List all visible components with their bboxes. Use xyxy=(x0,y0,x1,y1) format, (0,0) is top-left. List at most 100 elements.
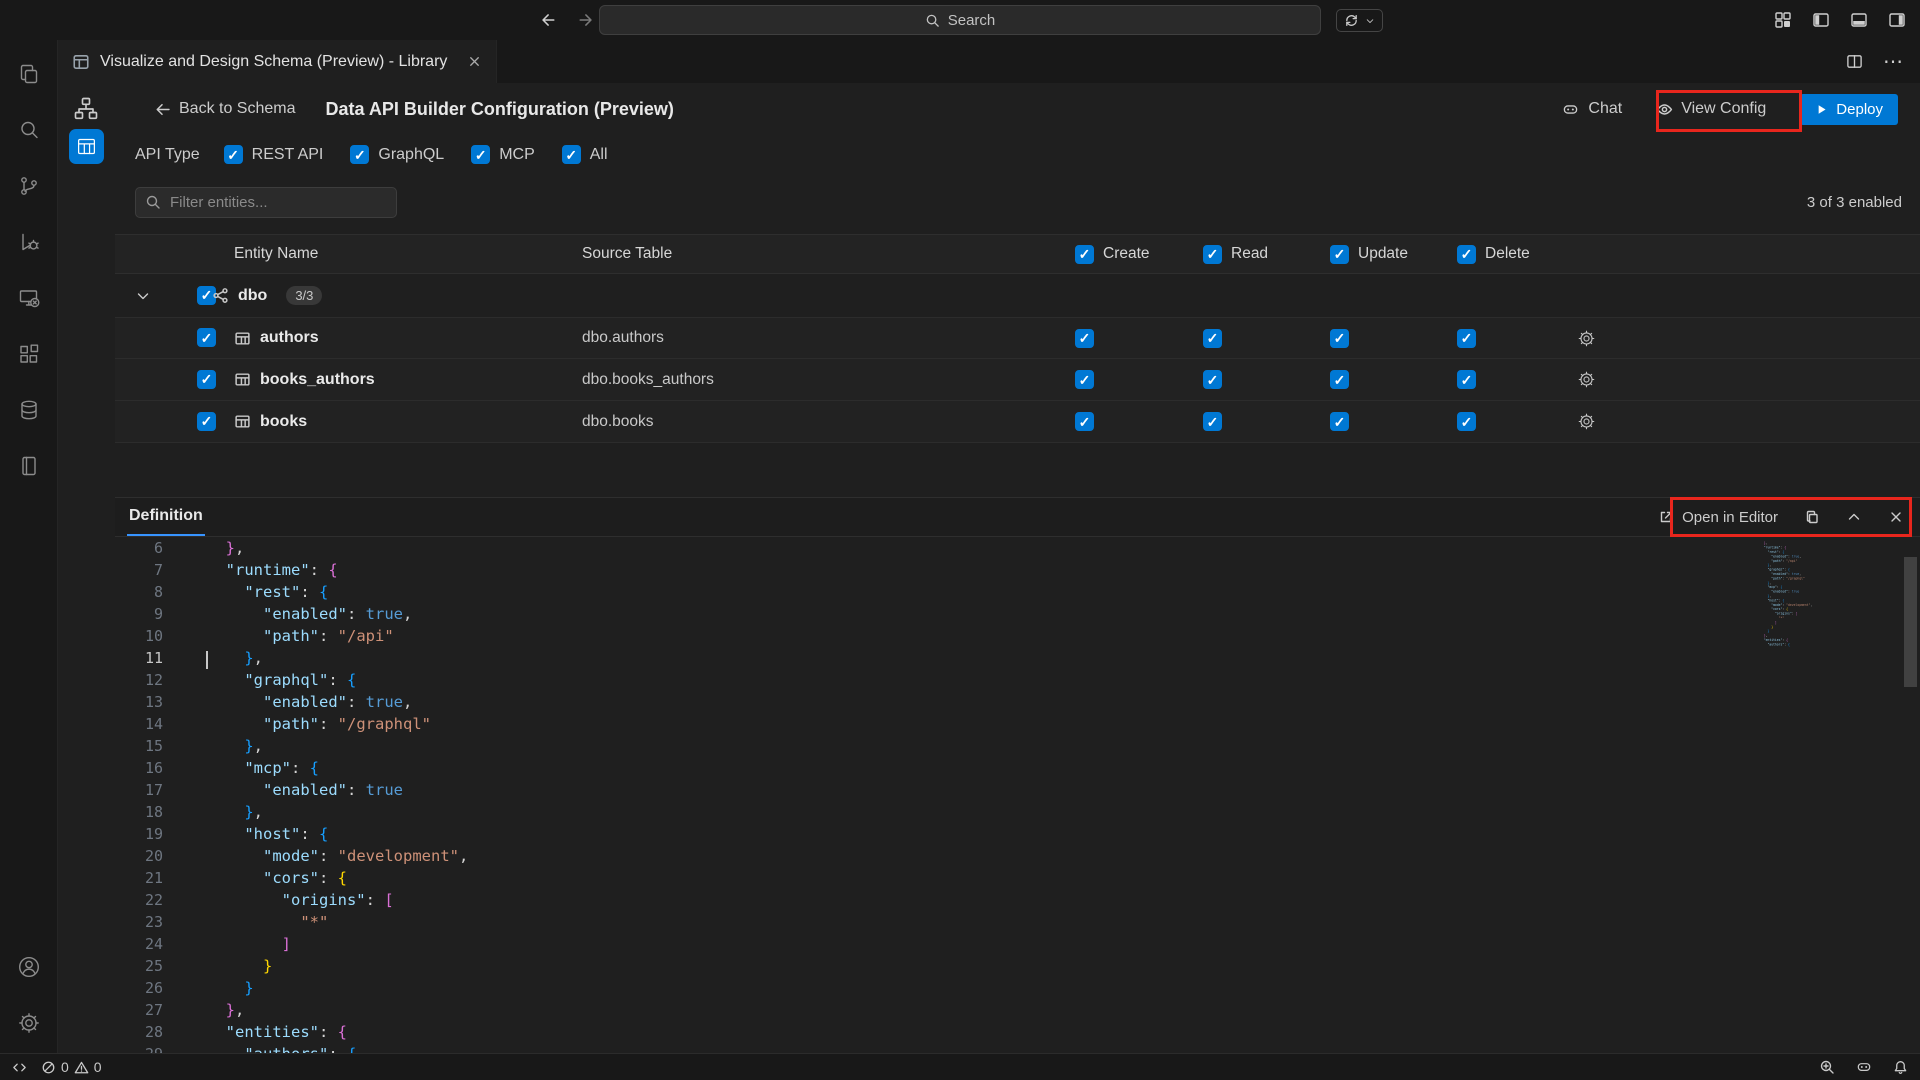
row-settings-icon[interactable] xyxy=(1577,412,1596,431)
code-line[interactable]: 12 "graphql": { xyxy=(115,669,1920,691)
back-arrow-icon[interactable] xyxy=(538,11,556,29)
code-line[interactable]: 17 "enabled": true xyxy=(115,779,1920,801)
code-line[interactable]: 14 "path": "/graphql" xyxy=(115,713,1920,735)
checkbox[interactable] xyxy=(1203,412,1222,431)
code-line[interactable]: 24 ] xyxy=(115,933,1920,955)
code-line[interactable]: 16 "mcp": { xyxy=(115,757,1920,779)
close-icon[interactable] xyxy=(1888,509,1904,525)
bell-icon[interactable] xyxy=(1893,1060,1908,1075)
zoom-icon[interactable] xyxy=(1819,1059,1835,1075)
checkbox[interactable] xyxy=(197,412,216,431)
open-in-editor-button[interactable]: Open in Editor xyxy=(1658,509,1778,526)
checkbox[interactable] xyxy=(1203,370,1222,389)
code-editor[interactable]: 6 },7 "runtime": {8 "rest": {9 "enabled"… xyxy=(115,537,1920,1053)
checkbox[interactable] xyxy=(562,145,581,164)
code-line[interactable]: 19 "host": { xyxy=(115,823,1920,845)
code-line[interactable]: 9 "enabled": true, xyxy=(115,603,1920,625)
search-sidebar-icon[interactable] xyxy=(0,102,58,158)
scrollbar-thumb[interactable] xyxy=(1904,557,1917,687)
table-row[interactable]: books_authors dbo.books_authors xyxy=(115,359,1920,401)
checkbox[interactable] xyxy=(197,370,216,389)
view-config-button[interactable]: View Config xyxy=(1646,93,1776,125)
chat-button[interactable]: Chat xyxy=(1561,100,1622,118)
extensions-icon[interactable] xyxy=(0,326,58,382)
row-settings-icon[interactable] xyxy=(1577,329,1596,348)
checkbox[interactable] xyxy=(1075,412,1094,431)
code-line[interactable]: 15 }, xyxy=(115,735,1920,757)
api-type-option[interactable]: REST API xyxy=(224,145,324,164)
checkbox[interactable] xyxy=(1203,245,1222,264)
forward-arrow-icon[interactable] xyxy=(578,11,596,29)
account-icon[interactable] xyxy=(0,939,58,995)
code-line[interactable]: 27 }, xyxy=(115,999,1920,1021)
checkbox[interactable] xyxy=(350,145,369,164)
checkbox[interactable] xyxy=(1457,370,1476,389)
code-line[interactable]: 21 "cors": { xyxy=(115,867,1920,889)
database-project-icon[interactable] xyxy=(0,438,58,494)
code-line[interactable]: 22 "origins": [ xyxy=(115,889,1920,911)
search-box[interactable]: Search xyxy=(599,5,1321,35)
chevron-down-icon[interactable] xyxy=(135,288,180,304)
checkbox[interactable] xyxy=(1457,329,1476,348)
toggle-secondary-sidebar-icon[interactable] xyxy=(1888,11,1906,29)
checkbox[interactable] xyxy=(1330,412,1349,431)
settings-gear-icon[interactable] xyxy=(0,995,58,1051)
split-editor-icon[interactable] xyxy=(1846,53,1863,70)
entity-group-row[interactable]: dbo 3/3 xyxy=(115,274,1920,317)
code-line[interactable]: 18 }, xyxy=(115,801,1920,823)
code-line[interactable]: 13 "enabled": true, xyxy=(115,691,1920,713)
visualize-schema-icon[interactable] xyxy=(72,95,100,123)
source-control-icon[interactable] xyxy=(0,158,58,214)
api-type-option[interactable]: MCP xyxy=(471,145,535,164)
code-line[interactable]: 6 }, xyxy=(115,537,1920,559)
database-icon[interactable] xyxy=(0,382,58,438)
code-line[interactable]: 10 "path": "/api" xyxy=(115,625,1920,647)
checkbox[interactable] xyxy=(1075,245,1094,264)
chevron-up-icon[interactable] xyxy=(1846,509,1862,525)
code-line[interactable]: 8 "rest": { xyxy=(115,581,1920,603)
checkbox[interactable] xyxy=(1330,329,1349,348)
code-line[interactable]: 7 "runtime": { xyxy=(115,559,1920,581)
more-actions-icon[interactable]: ⋯ xyxy=(1883,57,1904,67)
api-type-option[interactable]: GraphQL xyxy=(350,145,444,164)
session-toggle[interactable] xyxy=(1336,9,1383,32)
explorer-icon[interactable] xyxy=(0,46,58,102)
checkbox[interactable] xyxy=(1075,370,1094,389)
api-type-option[interactable]: All xyxy=(562,145,608,164)
copilot-icon[interactable] xyxy=(1855,1060,1873,1074)
code-line[interactable]: 29 "authors": { xyxy=(115,1043,1920,1053)
definition-tab[interactable]: Definition xyxy=(127,498,205,536)
checkbox[interactable] xyxy=(197,328,216,347)
table-row[interactable]: authors dbo.authors xyxy=(115,317,1920,359)
code-line[interactable]: 26 } xyxy=(115,977,1920,999)
problems-indicator[interactable]: 0 0 xyxy=(41,1059,102,1075)
deploy-button[interactable]: Deploy xyxy=(1800,94,1898,125)
back-to-schema-link[interactable]: Back to Schema xyxy=(153,100,296,118)
filter-entities-input[interactable] xyxy=(135,187,397,218)
table-row[interactable]: books dbo.books xyxy=(115,401,1920,443)
code-line[interactable]: 28 "entities": { xyxy=(115,1021,1920,1043)
code-line[interactable]: 20 "mode": "development", xyxy=(115,845,1920,867)
checkbox[interactable] xyxy=(471,145,490,164)
close-icon[interactable] xyxy=(467,54,482,69)
copy-icon[interactable] xyxy=(1804,509,1820,525)
toggle-sidebar-icon[interactable] xyxy=(1812,11,1830,29)
customize-layout-icon[interactable] xyxy=(1774,11,1792,29)
run-debug-icon[interactable] xyxy=(0,214,58,270)
code-line[interactable]: 23 "*" xyxy=(115,911,1920,933)
checkbox[interactable] xyxy=(1330,370,1349,389)
toggle-panel-icon[interactable] xyxy=(1850,11,1868,29)
remote-explorer-icon[interactable] xyxy=(0,270,58,326)
checkbox[interactable] xyxy=(224,145,243,164)
tab-visualize-design-schema[interactable]: Visualize and Design Schema (Preview) - … xyxy=(58,40,497,83)
code-line[interactable]: 11 }, xyxy=(115,647,1920,669)
checkbox[interactable] xyxy=(1203,329,1222,348)
checkbox[interactable] xyxy=(1457,245,1476,264)
checkbox[interactable] xyxy=(1330,245,1349,264)
row-settings-icon[interactable] xyxy=(1577,370,1596,389)
remote-indicator[interactable] xyxy=(12,1060,27,1075)
code-line[interactable]: 25 } xyxy=(115,955,1920,977)
checkbox[interactable] xyxy=(1457,412,1476,431)
design-schema-icon-active[interactable] xyxy=(69,129,104,164)
checkbox[interactable] xyxy=(1075,329,1094,348)
